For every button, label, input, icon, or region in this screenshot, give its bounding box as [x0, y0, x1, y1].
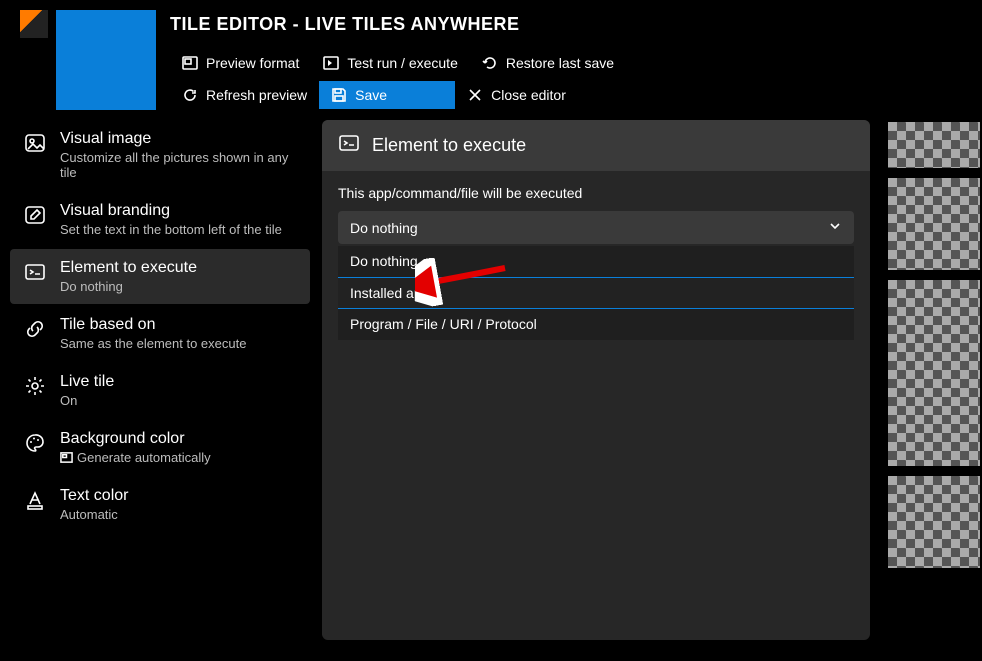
palette-icon [24, 432, 46, 454]
sidebar-item-sub: On [60, 393, 114, 408]
test-run-label: Test run / execute [347, 55, 458, 71]
option-do-nothing[interactable]: Do nothing [338, 246, 854, 277]
refresh-icon [182, 87, 198, 103]
text-color-icon [24, 489, 46, 511]
sidebar-item-label: Background color [60, 430, 211, 448]
sidebar-item-sub: Customize all the pictures shown in any … [60, 150, 296, 180]
sidebar-item-live-tile[interactable]: Live tile On [10, 363, 310, 418]
tile-preview-wide-small[interactable] [888, 122, 980, 168]
chevron-down-icon [828, 219, 842, 236]
option-program-file-uri[interactable]: Program / File / URI / Protocol [338, 309, 854, 340]
sidebar-item-label: Element to execute [60, 259, 197, 277]
undo-icon [482, 55, 498, 71]
brightness-icon [24, 375, 46, 397]
sidebar-item-label: Visual image [60, 130, 296, 148]
test-run-icon [323, 55, 339, 71]
page-title: TILE EDITOR - LIVE TILES ANYWHERE [170, 14, 962, 35]
sidebar: Visual image Customize all the pictures … [10, 120, 310, 640]
refresh-button[interactable]: Refresh preview [170, 81, 319, 109]
sidebar-item-sub: Same as the element to execute [60, 336, 246, 351]
sidebar-item-sub: Automatic [60, 507, 128, 522]
restore-label: Restore last save [506, 55, 614, 71]
sidebar-item-label: Tile based on [60, 316, 246, 334]
close-icon [467, 87, 483, 103]
save-label: Save [355, 87, 387, 103]
sidebar-item-visual-image[interactable]: Visual image Customize all the pictures … [10, 120, 310, 190]
execute-dropdown: Do nothing Installed app Program / File … [338, 246, 854, 340]
main-panel: Element to execute This app/command/file… [322, 120, 870, 640]
save-icon [331, 87, 347, 103]
test-run-button[interactable]: Test run / execute [311, 49, 470, 77]
tile-preview-small[interactable] [888, 476, 980, 568]
sidebar-item-label: Text color [60, 487, 128, 505]
sidebar-item-visual-branding[interactable]: Visual branding Set the text in the bott… [10, 192, 310, 247]
edit-icon [24, 204, 46, 226]
sidebar-item-sub: Set the text in the bottom left of the t… [60, 222, 282, 237]
select-value: Do nothing [350, 220, 418, 236]
panel-label: This app/command/file will be executed [338, 185, 854, 201]
preview-format-button[interactable]: Preview format [170, 49, 311, 77]
tile-size-previews [888, 120, 982, 640]
image-icon [24, 132, 46, 154]
tile-preview-medium[interactable] [888, 178, 980, 270]
sidebar-item-label: Visual branding [60, 202, 282, 220]
refresh-label: Refresh preview [206, 87, 307, 103]
sidebar-item-background-color[interactable]: Background color Generate automatically [10, 420, 310, 475]
sidebar-item-element-to-execute[interactable]: Element to execute Do nothing [10, 249, 310, 304]
preview-format-icon [182, 55, 198, 71]
sidebar-item-label: Live tile [60, 373, 114, 391]
tile-preview [56, 10, 156, 110]
terminal-icon [24, 261, 46, 283]
sidebar-item-text-color[interactable]: Text color Automatic [10, 477, 310, 532]
link-icon [24, 318, 46, 340]
sidebar-item-tile-based-on[interactable]: Tile based on Same as the element to exe… [10, 306, 310, 361]
close-label: Close editor [491, 87, 566, 103]
preview-format-label: Preview format [206, 55, 299, 71]
restore-button[interactable]: Restore last save [470, 49, 626, 77]
panel-title: Element to execute [372, 135, 526, 156]
sidebar-item-sub: Generate automatically [60, 450, 211, 465]
execute-select[interactable]: Do nothing [338, 211, 854, 244]
terminal-icon [338, 132, 360, 159]
tile-preview-large[interactable] [888, 280, 980, 466]
option-installed-app[interactable]: Installed app [338, 277, 854, 309]
save-button[interactable]: Save [319, 81, 455, 109]
app-icon [20, 10, 48, 38]
sidebar-item-sub: Do nothing [60, 279, 197, 294]
panel-header: Element to execute [322, 120, 870, 171]
close-button[interactable]: Close editor [455, 81, 578, 109]
